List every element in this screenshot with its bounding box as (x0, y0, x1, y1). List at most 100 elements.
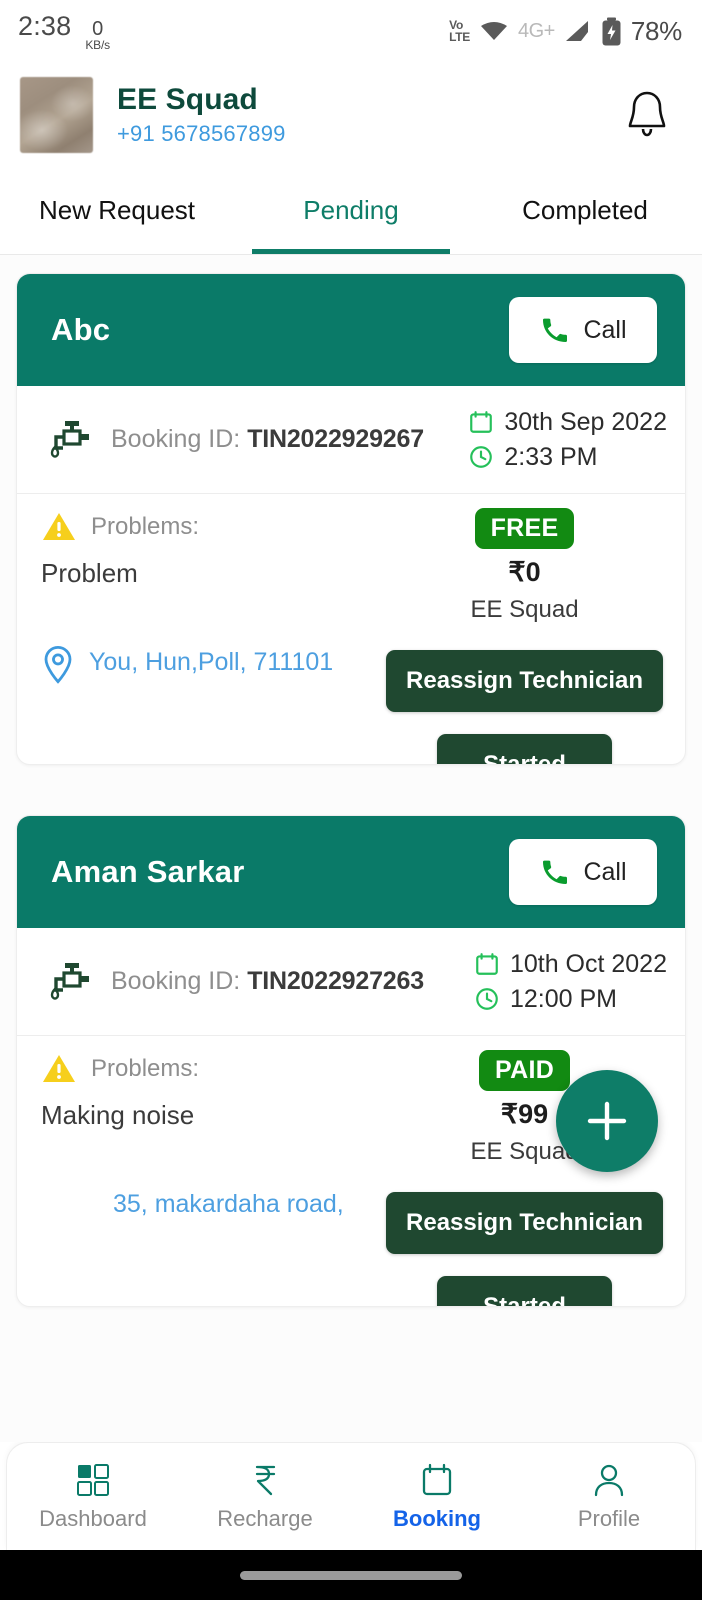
plus-icon (587, 1101, 627, 1141)
calendar-icon (422, 1463, 452, 1496)
phone-icon (543, 318, 568, 342)
network-speed-unit: KB/s (85, 38, 110, 52)
tab-pending[interactable]: Pending (234, 167, 468, 254)
call-button[interactable]: Call (509, 839, 657, 905)
battery-charging-icon (602, 17, 621, 45)
signal-bars-icon (565, 21, 588, 41)
clock-time: 2:38 (18, 11, 72, 41)
nav-label-dashboard: Dashboard (39, 1506, 147, 1531)
profile-photo[interactable] (20, 76, 93, 153)
status-badge: PAID (478, 1050, 571, 1091)
booking-card-header: Abc Call (17, 274, 685, 386)
customer-name: Aman Sarkar (51, 854, 245, 889)
booking-card-header: Aman Sarkar Call (17, 816, 685, 928)
gesture-navigation-bar (0, 1550, 702, 1600)
nav-label-profile: Profile (577, 1506, 641, 1531)
faucet-icon (50, 420, 89, 458)
calendar-icon (476, 953, 498, 975)
booking-time: 2:33 PM (504, 442, 598, 471)
nav-item-booking[interactable]: Booking (351, 1461, 523, 1532)
call-button[interactable]: Call (509, 297, 657, 363)
tab-pending-label: Pending (303, 195, 399, 225)
booking-date-line: 10th Oct 2022 (474, 950, 667, 979)
booking-card[interactable]: Aman Sarkar Call Booking ID: TIN20229272… (16, 815, 686, 1307)
booking-info-row: Booking ID: TIN2022929267 30th Sep 2022 (17, 386, 685, 494)
notification-bell-icon (628, 91, 666, 136)
booking-datetime: 30th Sep 2022 2:33 PM (468, 408, 667, 472)
call-button-label: Call (583, 315, 627, 344)
nav-item-profile[interactable]: Profile (523, 1461, 695, 1532)
booking-card[interactable]: Abc Call Booking ID: TIN2022929267 30th … (16, 273, 686, 765)
status-badge: FREE (474, 508, 575, 549)
payment-and-actions: FREE ₹0 EE Squad Reassign Technician Sta… (386, 508, 663, 764)
grid-icon (77, 1464, 109, 1496)
problems-label: Problems: (91, 513, 200, 540)
booking-id-text: Booking ID: TIN2022929267 (111, 425, 424, 454)
rupee-icon (255, 1465, 276, 1496)
clock-icon (476, 988, 498, 1010)
booking-id-prefix: Booking ID: (111, 967, 248, 995)
app-header: EE Squad +91 5678567899 (0, 62, 702, 167)
booking-date: 10th Oct 2022 (509, 949, 667, 978)
phone-screen: 2:38 0 KB/s Vo LTE 4G+ 78% EE Squad +91 … (0, 0, 702, 1600)
phone-icon (543, 860, 568, 884)
booking-id-prefix: Booking ID: (111, 425, 248, 453)
mobile-network-type: 4G+ (518, 19, 555, 42)
network-speed-indicator: 0 KB/s (85, 19, 110, 51)
booking-date-line: 30th Sep 2022 (468, 408, 667, 437)
person-icon (594, 1464, 624, 1497)
reassign-technician-button[interactable]: Reassign Technician (386, 650, 663, 712)
problems-label: Problems: (91, 1055, 200, 1082)
job-status-button[interactable]: Started (437, 734, 612, 764)
booking-list[interactable]: Abc Call Booking ID: TIN2022929267 30th … (0, 255, 702, 1442)
add-booking-fab[interactable] (556, 1070, 658, 1172)
header-text-group: EE Squad +91 5678567899 (117, 83, 286, 147)
amount-value: ₹99 (500, 1099, 549, 1129)
booking-time: 12:00 PM (509, 984, 617, 1013)
booking-datetime: 10th Oct 2022 12:00 PM (474, 950, 667, 1014)
booking-id-value: TIN2022929267 (247, 425, 424, 453)
calendar-icon (470, 411, 493, 433)
reassign-technician-button[interactable]: Reassign Technician (386, 1192, 663, 1254)
warning-icon (43, 1055, 75, 1082)
nav-item-recharge[interactable]: Recharge (179, 1461, 351, 1532)
job-status-button[interactable]: Started (437, 1276, 612, 1306)
faucet-icon (50, 962, 89, 1000)
nav-label-booking: Booking (393, 1506, 481, 1531)
volte-icon: Vo LTE (449, 19, 470, 44)
amount-value: ₹0 (508, 557, 541, 587)
header-phone-number[interactable]: +91 5678567899 (117, 121, 286, 147)
call-button-label: Call (583, 857, 627, 886)
status-bar-left: 2:38 0 KB/s (18, 11, 110, 51)
status-bar: 2:38 0 KB/s Vo LTE 4G+ 78% (0, 0, 702, 62)
wifi-icon (481, 22, 507, 40)
network-speed-value: 0 (92, 18, 104, 40)
address-text: 35, makardaha road, (113, 1190, 344, 1218)
booking-date: 30th Sep 2022 (504, 407, 667, 436)
booking-details-row: Problems: Problem You, Hun,Poll, 711101 … (17, 494, 685, 764)
location-pin-icon (44, 645, 72, 684)
tab-new-request[interactable]: New Request (0, 167, 234, 254)
home-indicator[interactable] (240, 1570, 462, 1580)
tab-new-request-label: New Request (38, 195, 196, 225)
address-text: You, Hun,Poll, 711101 (89, 648, 334, 676)
booking-id-text: Booking ID: TIN2022927263 (111, 967, 424, 996)
vendor-name: EE Squad (470, 596, 579, 623)
notification-button[interactable] (618, 86, 676, 144)
customer-name: Abc (51, 312, 111, 347)
booking-time-line: 2:33 PM (468, 443, 667, 472)
booking-info-row: Booking ID: TIN2022927263 10th Oct 2022 (17, 928, 685, 1036)
page-title: EE Squad (117, 82, 258, 116)
nav-label-recharge: Recharge (217, 1506, 313, 1531)
tab-bar: New Request Pending Completed (0, 167, 702, 255)
tab-completed[interactable]: Completed (468, 167, 702, 254)
clock-icon (470, 446, 493, 468)
booking-id-value: TIN2022927263 (247, 967, 424, 995)
bottom-navigation: Dashboard Recharge Booking Profile (6, 1442, 696, 1550)
volte-bottom-text: LTE (449, 30, 470, 44)
warning-icon (43, 513, 75, 540)
booking-time-line: 12:00 PM (474, 985, 667, 1014)
status-bar-right: Vo LTE 4G+ 78% (449, 16, 682, 47)
nav-item-dashboard[interactable]: Dashboard (7, 1461, 179, 1532)
tab-completed-label: Completed (522, 195, 648, 225)
